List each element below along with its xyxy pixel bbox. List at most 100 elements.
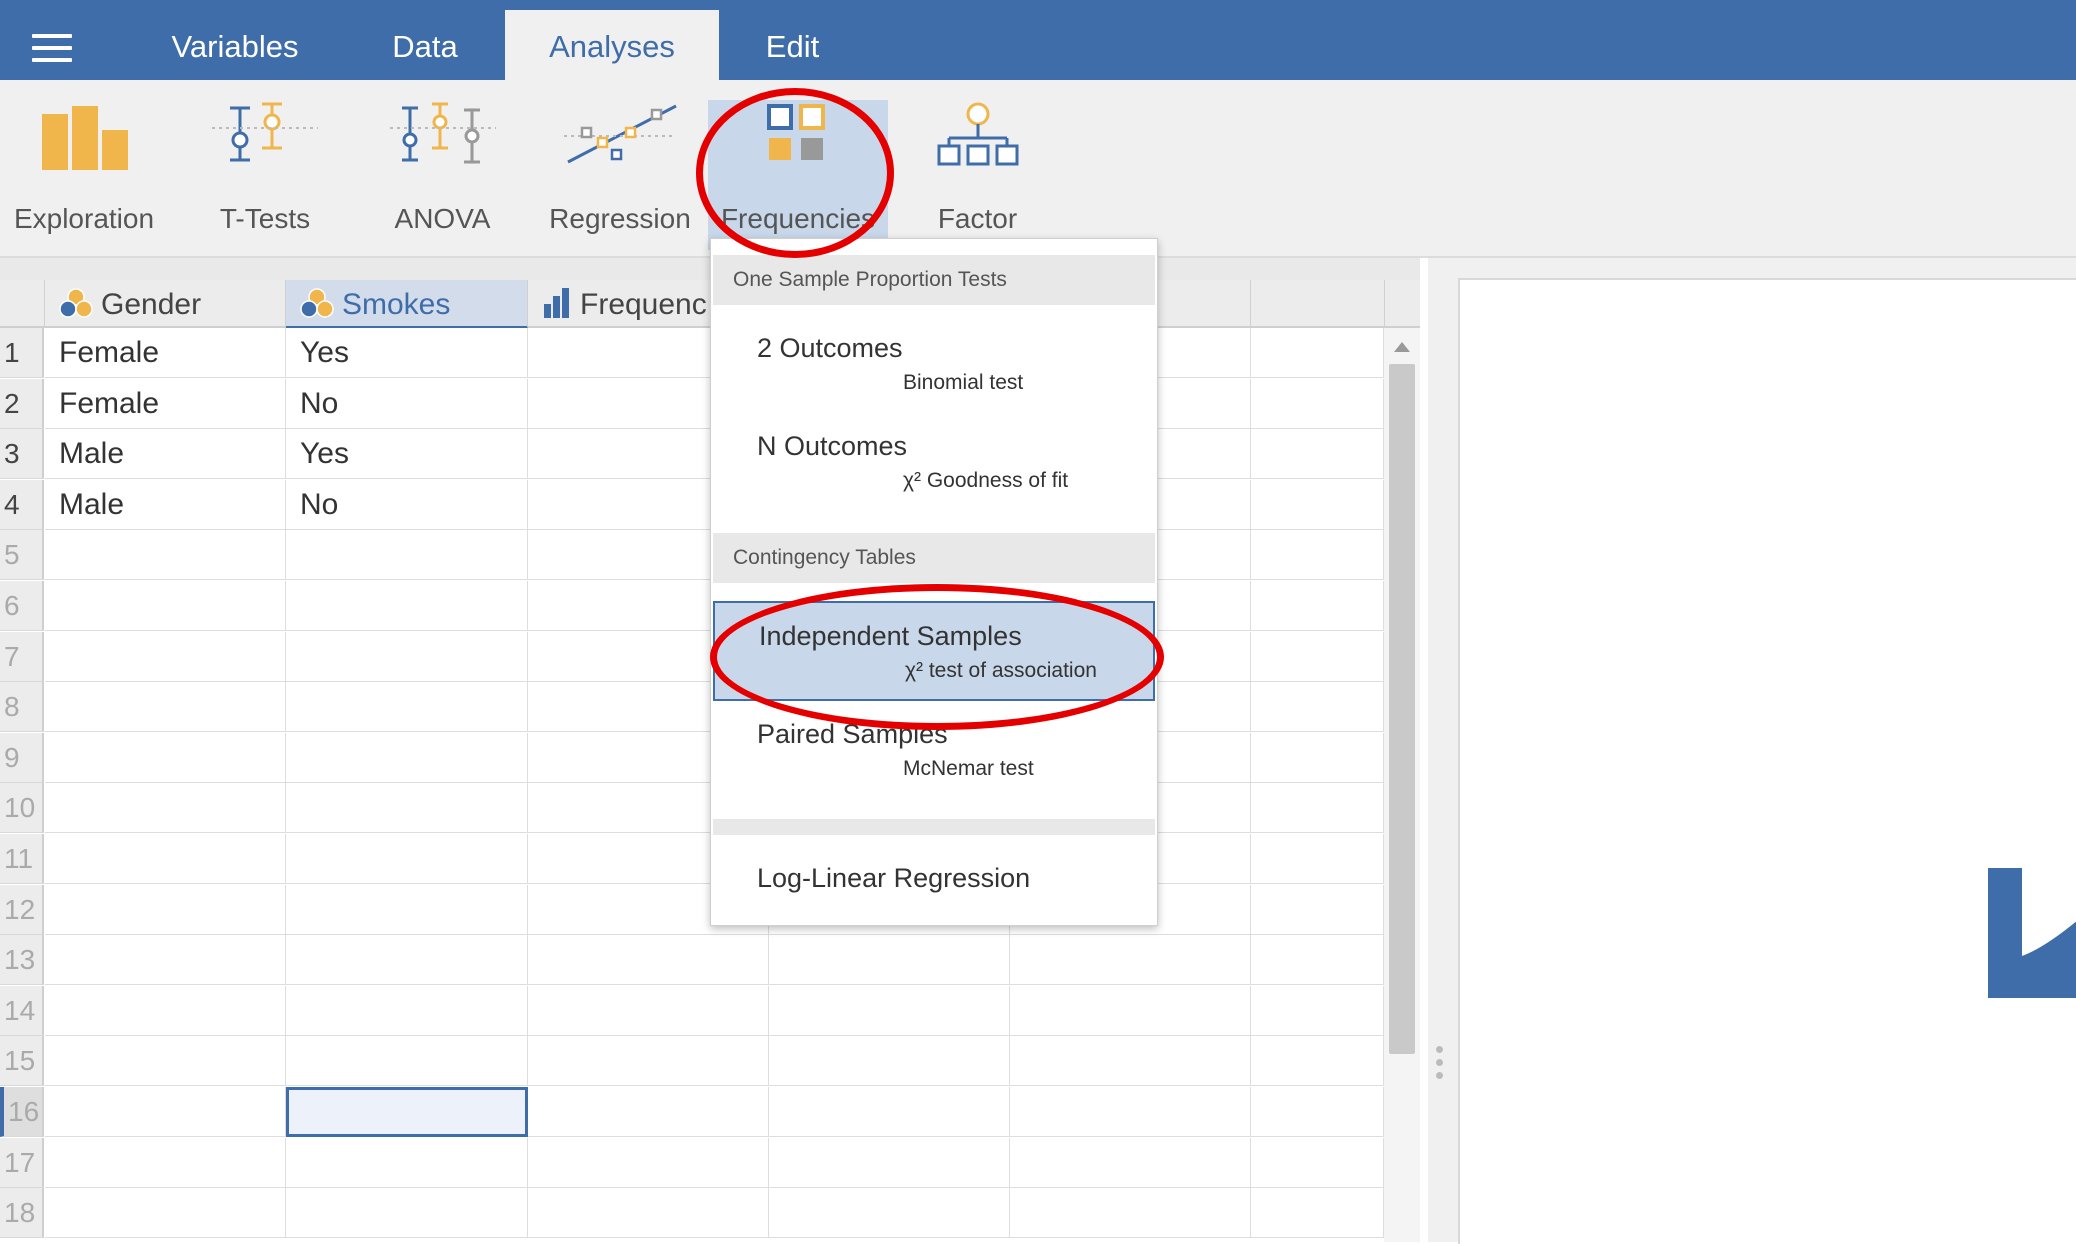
row-number[interactable]: 18: [0, 1188, 44, 1238]
pane-splitter[interactable]: [1428, 258, 1452, 1242]
table-cell[interactable]: [769, 1087, 1010, 1137]
table-cell[interactable]: [1251, 328, 1384, 378]
regression-button[interactable]: Regression: [545, 100, 695, 250]
row-number[interactable]: 14: [0, 986, 44, 1036]
table-cell[interactable]: [769, 986, 1010, 1036]
table-cell[interactable]: Yes: [286, 429, 528, 479]
table-cell[interactable]: [769, 1138, 1010, 1188]
table-cell[interactable]: [528, 935, 769, 985]
table-cell[interactable]: [286, 986, 528, 1036]
tab-edit[interactable]: Edit: [740, 0, 845, 80]
row-number[interactable]: 5: [0, 530, 44, 580]
table-cell[interactable]: [286, 783, 528, 833]
table-cell[interactable]: [1251, 632, 1384, 682]
row-number[interactable]: 9: [0, 733, 44, 783]
table-cell[interactable]: [1251, 682, 1384, 732]
row-number[interactable]: 7: [0, 632, 44, 682]
table-cell[interactable]: [45, 1138, 286, 1188]
table-cell[interactable]: [45, 986, 286, 1036]
table-cell[interactable]: [769, 935, 1010, 985]
table-cell[interactable]: [45, 682, 286, 732]
table-cell[interactable]: [286, 834, 528, 884]
table-cell[interactable]: [1010, 1087, 1251, 1137]
table-cell[interactable]: Female: [45, 379, 286, 429]
table-cell[interactable]: [286, 885, 528, 935]
table-cell[interactable]: [528, 986, 769, 1036]
row-number[interactable]: 11: [0, 834, 44, 884]
table-cell[interactable]: [1251, 885, 1384, 935]
column-header-gender[interactable]: Gender: [45, 280, 286, 326]
row-number[interactable]: 17: [0, 1138, 44, 1188]
table-cell[interactable]: [286, 1138, 528, 1188]
table-cell[interactable]: [1010, 1188, 1251, 1238]
table-cell[interactable]: [528, 1138, 769, 1188]
table-cell[interactable]: [45, 783, 286, 833]
table-cell[interactable]: [1251, 581, 1384, 631]
table-cell[interactable]: [1251, 379, 1384, 429]
menu-item-n-outcomes[interactable]: N Outcomes χ² Goodness of fit: [713, 415, 1155, 507]
factor-button[interactable]: Factor: [905, 100, 1050, 250]
table-cell[interactable]: [769, 1188, 1010, 1238]
table-cell[interactable]: [45, 1188, 286, 1238]
table-cell[interactable]: [1251, 1036, 1384, 1086]
table-cell[interactable]: [45, 581, 286, 631]
menu-item-paired-samples[interactable]: Paired Samples McNemar test: [713, 709, 1155, 801]
row-number[interactable]: 16: [0, 1087, 44, 1137]
row-number[interactable]: 10: [0, 783, 44, 833]
table-cell[interactable]: [1251, 480, 1384, 530]
row-number[interactable]: 6: [0, 581, 44, 631]
table-cell[interactable]: [769, 1036, 1010, 1086]
row-number[interactable]: 3: [0, 429, 44, 479]
tab-analyses[interactable]: Analyses: [505, 10, 719, 80]
table-cell[interactable]: [45, 632, 286, 682]
row-number[interactable]: 13: [0, 935, 44, 985]
table-cell[interactable]: [1010, 1138, 1251, 1188]
scroll-up-icon[interactable]: [1394, 342, 1410, 352]
row-number[interactable]: 12: [0, 885, 44, 935]
table-cell[interactable]: [1251, 935, 1384, 985]
table-cell[interactable]: [528, 1036, 769, 1086]
table-cell[interactable]: [286, 1188, 528, 1238]
table-cell[interactable]: [45, 885, 286, 935]
menu-item-independent-samples[interactable]: Independent Samples χ² test of associati…: [713, 601, 1155, 701]
table-cell[interactable]: [1010, 1036, 1251, 1086]
table-cell[interactable]: Male: [45, 480, 286, 530]
frequencies-button[interactable]: Frequencies: [708, 100, 888, 250]
table-cell[interactable]: [1251, 1138, 1384, 1188]
table-cell[interactable]: [286, 581, 528, 631]
corner-cell[interactable]: [0, 280, 45, 326]
table-cell[interactable]: [286, 935, 528, 985]
table-cell[interactable]: [1251, 733, 1384, 783]
table-cell[interactable]: Yes: [286, 328, 528, 378]
column-header-empty[interactable]: [1251, 280, 1385, 326]
table-cell[interactable]: Male: [45, 429, 286, 479]
table-cell[interactable]: [1251, 530, 1384, 580]
table-cell[interactable]: [528, 1087, 769, 1137]
hamburger-menu-icon[interactable]: [32, 34, 72, 62]
t-tests-button[interactable]: T-Tests: [190, 100, 340, 250]
table-cell[interactable]: No: [286, 480, 528, 530]
table-cell[interactable]: [45, 935, 286, 985]
vertical-scrollbar[interactable]: [1384, 328, 1420, 1242]
table-cell[interactable]: [1010, 935, 1251, 985]
table-cell[interactable]: [528, 1188, 769, 1238]
table-cell[interactable]: [45, 733, 286, 783]
table-cell[interactable]: [1251, 1087, 1384, 1137]
table-cell[interactable]: [1251, 834, 1384, 884]
table-cell[interactable]: [286, 682, 528, 732]
table-cell[interactable]: [1251, 429, 1384, 479]
table-cell[interactable]: [286, 530, 528, 580]
table-cell[interactable]: No: [286, 379, 528, 429]
table-cell[interactable]: [45, 834, 286, 884]
exploration-button[interactable]: Exploration: [4, 100, 164, 250]
active-cell[interactable]: [286, 1087, 528, 1137]
table-cell[interactable]: Female: [45, 328, 286, 378]
row-number[interactable]: 1: [0, 328, 44, 378]
anova-button[interactable]: ANOVA: [370, 100, 515, 250]
row-number[interactable]: 15: [0, 1036, 44, 1086]
table-cell[interactable]: [1251, 986, 1384, 1036]
drag-handle-icon[interactable]: [1436, 1046, 1444, 1085]
table-cell[interactable]: [1251, 1188, 1384, 1238]
row-number[interactable]: 8: [0, 682, 44, 732]
scrollbar-thumb[interactable]: [1389, 364, 1415, 1054]
